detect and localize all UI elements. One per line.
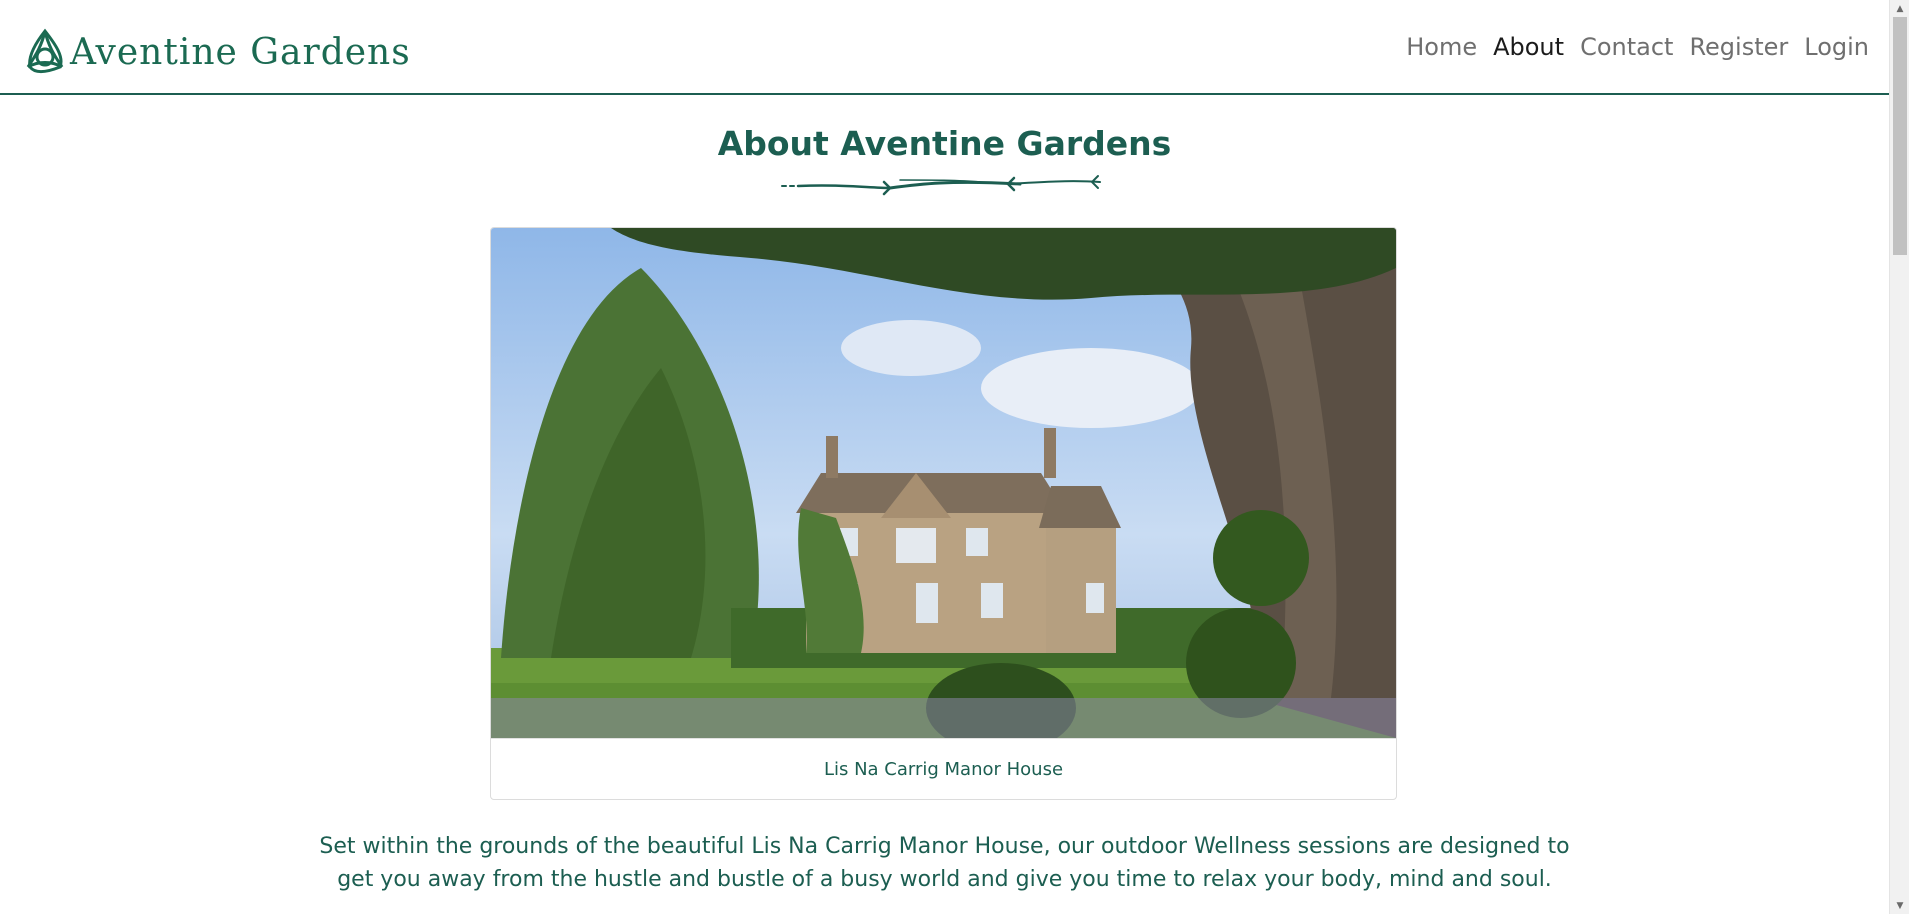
nav-item-about[interactable]: About [1493,27,1564,67]
nav-item-register[interactable]: Register [1689,27,1788,67]
nav-item-home[interactable]: Home [1406,27,1477,67]
scroll-down-icon[interactable]: ▼ [1890,897,1909,914]
brand-logo[interactable]: Aventine Gardens [20,17,411,77]
photo-card: Lis Na Carrig Manor House [490,227,1397,800]
photo-caption: Lis Na Carrig Manor House [491,738,1396,799]
intro-paragraph: Set within the grounds of the beautiful … [319,834,1570,892]
decorative-divider [781,175,1101,196]
nav-item-login[interactable]: Login [1804,27,1869,67]
scrollbar-thumb[interactable] [1893,17,1907,255]
scroll-up-icon[interactable]: ▲ [1890,0,1909,17]
nav-item-contact[interactable]: Contact [1580,27,1673,67]
main-nav: Home About Contact Register Login [1406,27,1869,67]
navbar: Aventine Gardens Home About Contact Regi… [0,0,1889,95]
vertical-scrollbar[interactable]: ▲ ▼ [1889,0,1909,914]
celtic-knot-icon [26,28,64,73]
brand-name: Aventine Gardens [70,31,411,73]
manor-house-photo [491,228,1396,738]
page-title: About Aventine Gardens [717,124,1172,163]
page: Aventine Gardens Home About Contact Regi… [0,0,1909,914]
